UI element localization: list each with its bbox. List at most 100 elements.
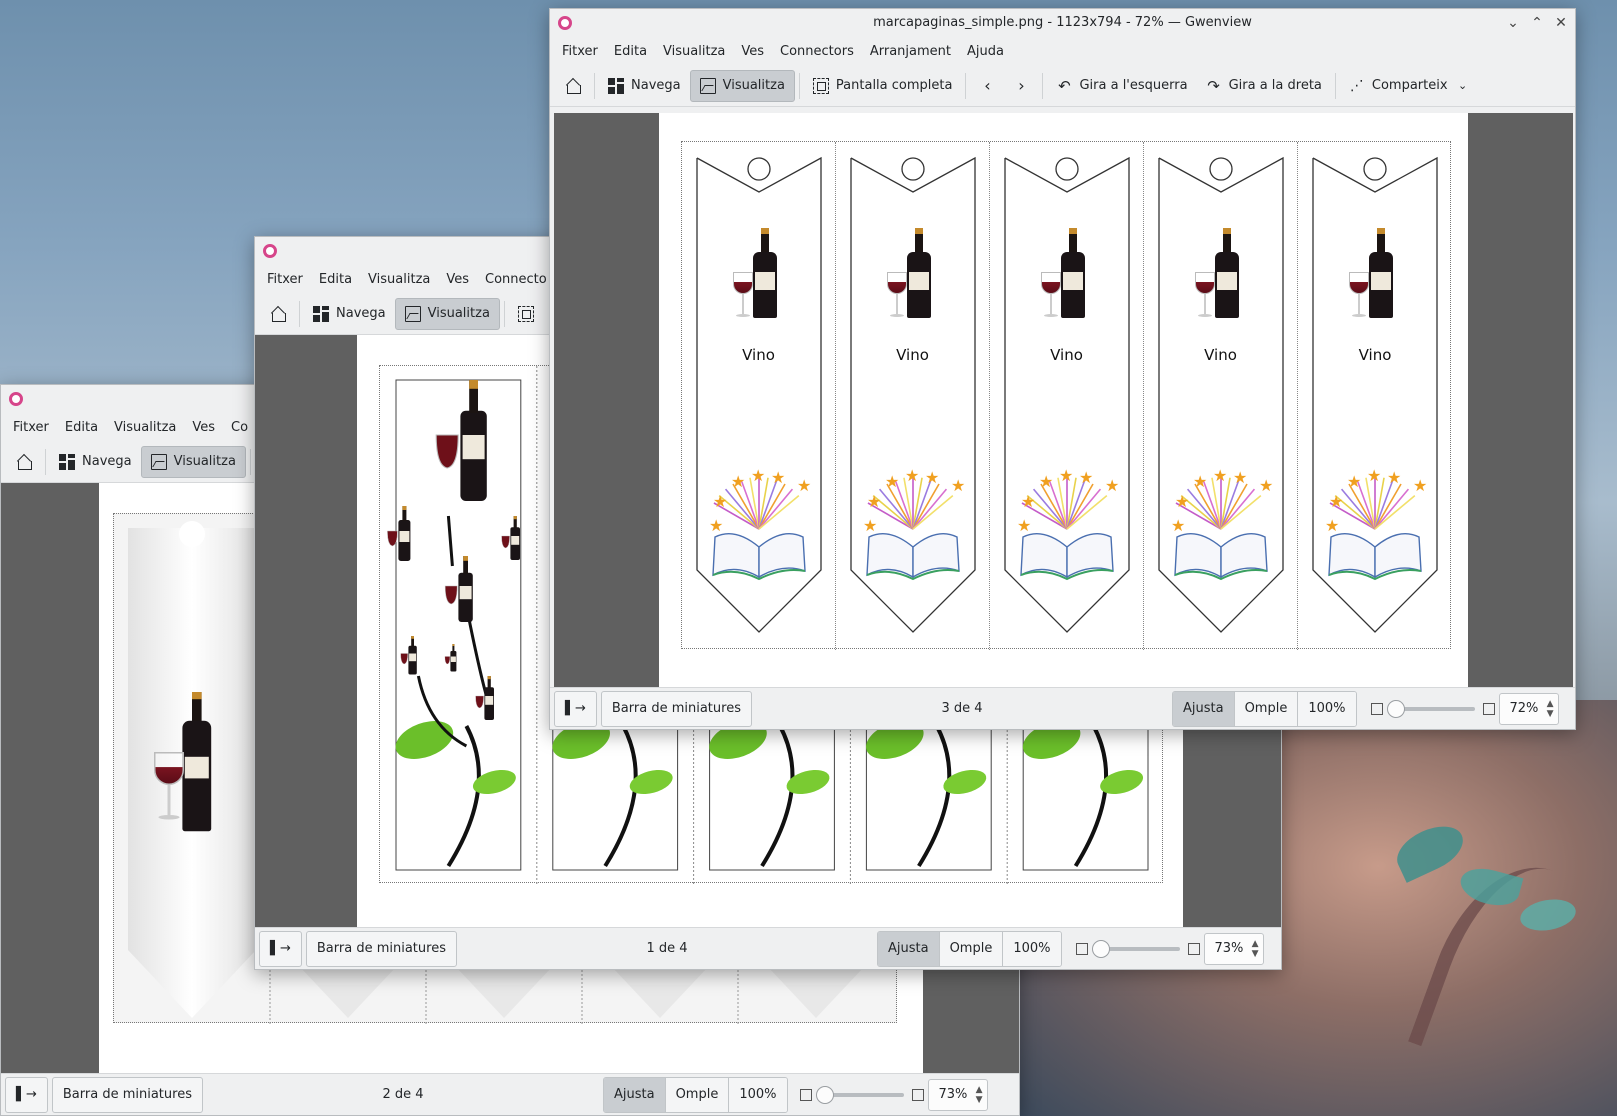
menu-go[interactable]: Ves [733,44,772,59]
view-button[interactable]: Visualitza [394,297,500,330]
thumbnail-bar-button[interactable]: Barra de miniatures [305,930,457,967]
zoom-input[interactable]: 73% ▲ ▼ [927,1078,988,1111]
menu-view[interactable]: Visualitza [360,272,438,287]
rotate-left-button[interactable]: ↶ Gira a l'esquerra [1047,70,1196,102]
fullscreen-button[interactable] [509,298,543,330]
toolbar-separator [45,448,46,475]
menu-view[interactable]: Visualitza [106,420,184,435]
bookmark-card: ★ ★ ★ ★ ★ ★ Vino [990,142,1144,650]
view-button[interactable]: Visualitza [689,69,795,102]
home-button[interactable] [7,446,41,478]
status-bar: ▌→ Barra de miniatures 1 de 4 Ajusta Omp… [255,927,1281,969]
zoom-value: 72% [1509,701,1539,716]
zoom-in-icon[interactable] [1482,702,1495,715]
navigate-button[interactable]: Navega [304,298,395,330]
gwenview-window-front[interactable]: marcapaginas_simple.png - 1123x794 - 72%… [549,8,1576,730]
maximize-icon[interactable]: ⌃ [1531,13,1543,33]
menu-edit[interactable]: Edita [606,44,655,59]
zoom-spinner-icon[interactable]: ▲ ▼ [1252,939,1259,959]
navigate-button[interactable]: Navega [50,446,141,478]
wine-glass-image [1195,272,1215,318]
zoom-in-icon[interactable] [1187,942,1200,955]
title-bar[interactable]: marcapaginas_simple.png - 1123x794 - 72%… [550,9,1575,37]
menu-plugins[interactable]: Co [223,420,256,435]
sidebar-toggle-button[interactable]: ▌→ [259,930,302,967]
fullscreen-button[interactable]: Pantalla completa [804,70,962,102]
menu-bar: Fitxer Edita Visualitza Ves Connectors A… [550,37,1575,65]
gwenview-app-icon [9,392,23,406]
zoom-mode-group: Ajusta Omple 100% [876,930,1062,967]
actual-size-button[interactable]: 100% [729,1077,787,1112]
fill-button[interactable]: Omple [1234,691,1299,726]
zoom-out-icon[interactable] [1075,942,1088,955]
fill-button[interactable]: Omple [939,931,1004,966]
actual-size-button[interactable]: 100% [1298,691,1356,726]
view-button[interactable]: Visualitza [140,445,246,478]
actual-size-button[interactable]: 100% [1003,931,1061,966]
sidebar-toggle-button[interactable]: ▌→ [554,690,597,727]
menu-edit[interactable]: Edita [311,272,360,287]
fill-button[interactable]: Omple [665,1077,730,1112]
menu-plugins[interactable]: Connectors [772,44,862,59]
zoom-in-icon[interactable] [911,1088,924,1101]
svg-text:★: ★ [1325,516,1339,535]
menu-edit[interactable]: Edita [57,420,106,435]
bookmark-label: Vino [742,346,775,364]
menu-plugins[interactable]: Connecto [477,272,555,287]
fit-button[interactable]: Ajusta [877,931,940,966]
menu-go[interactable]: Ves [438,272,477,287]
window-controls: ⌄ ⌃ ✕ [1507,13,1567,33]
thumbnail-bar-button[interactable]: Barra de miniatures [600,690,752,727]
view-label: Visualitza [427,306,490,321]
zoom-slider[interactable] [1386,699,1475,718]
zoom-slider[interactable] [815,1085,904,1104]
zoom-input[interactable]: 72% ▲ ▼ [1498,692,1559,725]
wine-glass-image [1041,272,1061,318]
zoom-mode-group: Ajusta Omple 100% [1171,690,1357,727]
menu-settings[interactable]: Arranjament [862,44,959,59]
share-label: Comparteix [1371,78,1448,93]
close-icon[interactable]: ✕ [1555,13,1567,33]
svg-text:★: ★ [863,516,877,535]
fit-button[interactable]: Ajusta [1172,691,1235,726]
zoom-out-icon[interactable] [799,1088,812,1101]
svg-text:★: ★ [1367,466,1381,485]
thumbnail-bar-button[interactable]: Barra de miniatures [51,1076,203,1113]
menu-file[interactable]: Fitxer [5,420,57,435]
zoom-spinner-icon[interactable]: ▲ ▼ [976,1085,983,1105]
sidebar-toggle-icon: ▌→ [270,941,291,956]
rotate-right-button[interactable]: ↷ Gira a la dreta [1197,70,1331,102]
navigate-label: Navega [336,306,386,321]
zoom-spinner-icon[interactable]: ▲ ▼ [1547,699,1554,719]
zoom-out-icon[interactable] [1370,702,1383,715]
menu-go[interactable]: Ves [184,420,223,435]
wine-bottle-image [1367,228,1395,318]
bookmark-label: Vino [1204,346,1237,364]
menu-view[interactable]: Visualitza [655,44,733,59]
previous-button[interactable]: ‹ [970,70,1004,102]
fit-button[interactable]: Ajusta [603,1077,666,1112]
svg-text:★: ★ [885,472,899,491]
svg-text:★: ★ [1413,476,1427,495]
menu-help[interactable]: Ajuda [959,44,1012,59]
status-bar: ▌→ Barra de miniatures 3 de 4 Ajusta Omp… [550,687,1575,729]
share-button[interactable]: ⋰ Comparteix ⌄ [1340,70,1480,102]
menu-file[interactable]: Fitxer [259,272,311,287]
sidebar-toggle-button[interactable]: ▌→ [5,1076,48,1113]
home-button[interactable] [556,70,590,102]
menu-file[interactable]: Fitxer [554,44,606,59]
toolbar-separator [249,448,251,475]
home-button[interactable] [261,298,295,330]
svg-text:★: ★ [1193,472,1207,491]
zoom-input[interactable]: 73% ▲ ▼ [1203,932,1264,965]
next-button[interactable]: › [1004,70,1038,102]
navigate-button[interactable]: Navega [599,70,690,102]
minimize-icon[interactable]: ⌄ [1507,13,1519,33]
image-viewport[interactable]: ★ ★ ★ ★ ★ ★ Vino ★ ★ ★ ★ ★ ★ Vino ★ ★ ★ ★ ★ ★ Vino ★ ★ ★ ★ ★ ★ Vino… [554,113,1573,687]
wine-bottle-image [180,692,221,872]
svg-text:★: ★ [1039,472,1053,491]
svg-text:★: ★ [867,492,881,511]
zoom-slider[interactable] [1091,939,1180,958]
image-icon [699,77,716,94]
image-icon [404,305,421,322]
